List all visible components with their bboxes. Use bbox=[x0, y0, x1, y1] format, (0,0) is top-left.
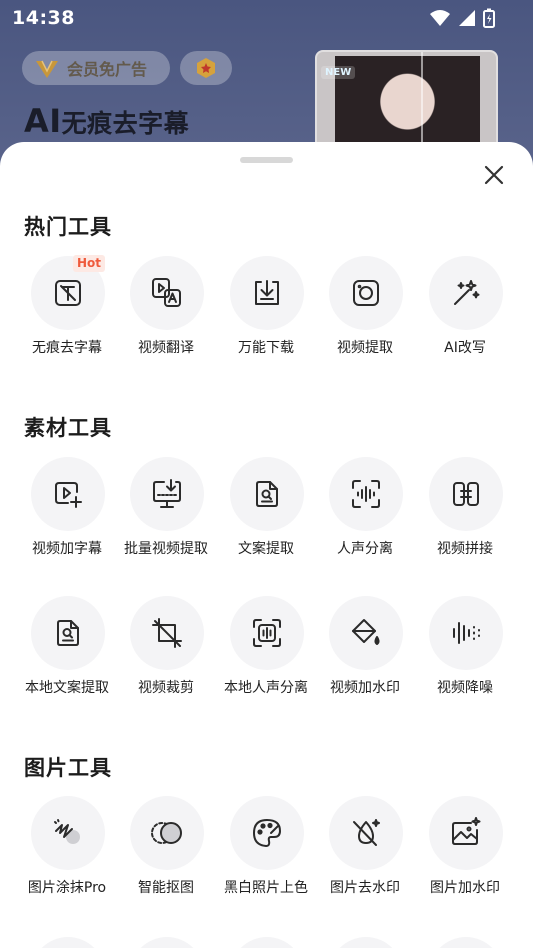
tool-label: 图片加水印 bbox=[430, 880, 500, 896]
tool-copy-extract[interactable]: 文案提取 bbox=[216, 457, 316, 567]
tool-video-crop[interactable]: 视频裁剪 bbox=[116, 596, 216, 706]
tool-icon-circle bbox=[31, 457, 105, 531]
tool-image-remove-watermark[interactable]: 图片去水印 bbox=[315, 796, 415, 906]
tool-icon-circle bbox=[429, 256, 503, 330]
tool-video-add-caption[interactable]: 视频加字幕 bbox=[17, 457, 117, 567]
brush-icon bbox=[52, 817, 84, 849]
section-title-hot-tools: 热门工具 bbox=[24, 215, 112, 239]
tool-video-merge[interactable]: 视频拼接 bbox=[415, 457, 515, 567]
hero-title-text: 无痕去字幕 bbox=[61, 109, 190, 138]
tool-video-denoise[interactable]: 视频降噪 bbox=[415, 596, 515, 706]
tool-label: 视频拼接 bbox=[437, 541, 493, 557]
tool-icon-circle bbox=[130, 457, 204, 531]
tool-image-smear-pro[interactable]: 图片涂抹Pro bbox=[17, 796, 117, 906]
signal-icon bbox=[458, 9, 476, 27]
doc-search-icon bbox=[252, 479, 282, 509]
voice-separate-icon bbox=[350, 478, 382, 510]
tool-icon-circle bbox=[329, 796, 403, 870]
tool-ai-rewrite[interactable]: AI改写 bbox=[415, 256, 515, 366]
drop-off-icon bbox=[350, 817, 382, 849]
vip-label: 会员免广告 bbox=[67, 60, 148, 79]
tool-icon-circle bbox=[230, 457, 304, 531]
tool-icon-circle bbox=[429, 596, 503, 670]
tool-remove-subtitle[interactable]: Hot 无痕去字幕 bbox=[17, 255, 117, 366]
status-icons bbox=[429, 8, 495, 28]
tool-icon-circle bbox=[31, 596, 105, 670]
hot-badge: Hot bbox=[73, 255, 106, 272]
section-title-material-tools: 素材工具 bbox=[24, 416, 112, 440]
image-add-icon bbox=[450, 817, 482, 849]
download-icon bbox=[252, 278, 282, 308]
camera-icon bbox=[351, 278, 381, 308]
medal-button[interactable] bbox=[180, 51, 232, 85]
magic-wand-icon bbox=[451, 278, 481, 308]
local-doc-icon bbox=[53, 618, 83, 648]
tool-icon-circle bbox=[230, 796, 304, 870]
tool-partial-2[interactable] bbox=[130, 937, 204, 948]
tool-local-voice-separate[interactable]: 本地人声分离 bbox=[216, 596, 316, 706]
batch-extract-icon bbox=[151, 478, 183, 510]
tool-icon-circle bbox=[130, 596, 204, 670]
drag-handle[interactable] bbox=[240, 157, 293, 163]
video-add-caption-icon bbox=[53, 479, 83, 509]
tool-icon-circle bbox=[329, 457, 403, 531]
tool-colorize-photo[interactable]: 黑白照片上色 bbox=[216, 796, 316, 906]
text-remove-icon bbox=[53, 278, 83, 308]
hero-title-ai: AI bbox=[24, 102, 62, 140]
tool-label: AI改写 bbox=[444, 340, 486, 356]
tools-bottom-sheet: 热门工具 Hot 无痕去字幕 视频翻译 万能下载 视频提取 AI改写 素材工具 … bbox=[0, 142, 533, 948]
tool-label: 视频降噪 bbox=[437, 680, 493, 696]
tool-icon-circle bbox=[429, 457, 503, 531]
crop-icon bbox=[151, 617, 183, 649]
tool-partial-4[interactable] bbox=[329, 937, 403, 948]
medal-icon bbox=[195, 57, 217, 79]
tool-icon-circle bbox=[329, 596, 403, 670]
tool-icon-circle bbox=[230, 256, 304, 330]
close-icon bbox=[484, 165, 504, 185]
paint-bucket-icon bbox=[350, 617, 382, 649]
tool-partial-5[interactable] bbox=[429, 937, 503, 948]
vip-no-ads-button[interactable]: 会员免广告 bbox=[22, 51, 170, 85]
local-voice-icon bbox=[251, 617, 283, 649]
status-time: 14:38 bbox=[12, 7, 75, 29]
tool-video-translate[interactable]: 视频翻译 bbox=[116, 256, 216, 366]
wifi-icon bbox=[429, 9, 451, 27]
crown-icon bbox=[34, 57, 60, 79]
hero-title: AI无痕去字幕 bbox=[24, 102, 189, 140]
tool-icon-circle bbox=[329, 256, 403, 330]
status-bar: 14:38 bbox=[0, 0, 533, 36]
tool-icon-circle bbox=[130, 256, 204, 330]
video-merge-icon bbox=[451, 479, 481, 509]
tool-local-copy-extract[interactable]: 本地文案提取 bbox=[17, 596, 117, 706]
cutout-icon bbox=[150, 817, 184, 849]
palette-icon bbox=[251, 817, 283, 849]
tool-partial-1[interactable] bbox=[31, 937, 105, 948]
tool-image-add-watermark[interactable]: 图片加水印 bbox=[415, 796, 515, 906]
tool-batch-extract[interactable]: 批量视频提取 bbox=[116, 457, 216, 567]
tool-video-add-watermark[interactable]: 视频加水印 bbox=[315, 596, 415, 706]
tool-smart-cutout[interactable]: 智能抠图 bbox=[116, 796, 216, 906]
tool-universal-download[interactable]: 万能下载 bbox=[216, 256, 316, 366]
tool-voice-separate[interactable]: 人声分离 bbox=[315, 457, 415, 567]
battery-icon bbox=[483, 8, 495, 28]
noise-reduce-icon bbox=[450, 617, 482, 649]
tool-icon-circle bbox=[230, 596, 304, 670]
tool-icon-circle bbox=[130, 796, 204, 870]
tool-partial-3[interactable] bbox=[230, 937, 304, 948]
tool-icon-circle bbox=[429, 796, 503, 870]
video-translate-icon bbox=[151, 277, 183, 309]
close-button[interactable] bbox=[478, 159, 510, 191]
section-title-image-tools: 图片工具 bbox=[24, 756, 112, 780]
tool-icon-circle bbox=[31, 796, 105, 870]
new-tag: NEW bbox=[321, 66, 356, 79]
tool-video-extract[interactable]: 视频提取 bbox=[315, 256, 415, 366]
